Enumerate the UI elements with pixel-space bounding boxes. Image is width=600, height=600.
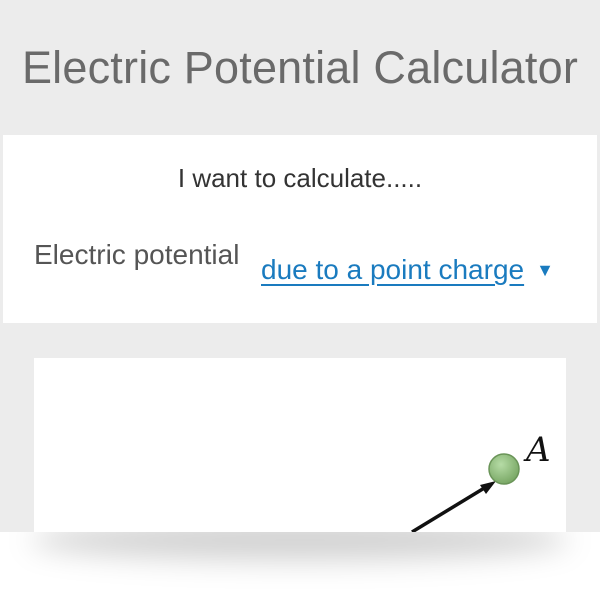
chevron-down-icon[interactable]: ▼ bbox=[536, 260, 554, 281]
field-label: Electric potential bbox=[34, 236, 239, 273]
field-label-text: Electric potential bbox=[34, 239, 240, 270]
page-title: Electric Potential Calculator bbox=[21, 42, 579, 93]
point-a-marker bbox=[488, 453, 520, 485]
calculator-card: Electric Potential Calculator I want to … bbox=[0, 0, 600, 532]
point-a-label: A bbox=[523, 430, 551, 470]
point-charge-diagram: A bbox=[411, 430, 551, 532]
calculation-mode-dropdown[interactable]: due to a point charge ▼ bbox=[261, 254, 554, 286]
arrow-head bbox=[480, 481, 496, 494]
dropdown-selected-value[interactable]: due to a point charge bbox=[261, 254, 524, 285]
calculate-prompt: I want to calculate..... bbox=[177, 163, 423, 193]
diagram-image: A bbox=[34, 358, 566, 532]
calculation-panel: I want to calculate..... Electric potent… bbox=[3, 135, 597, 323]
arrow-line bbox=[411, 485, 487, 532]
